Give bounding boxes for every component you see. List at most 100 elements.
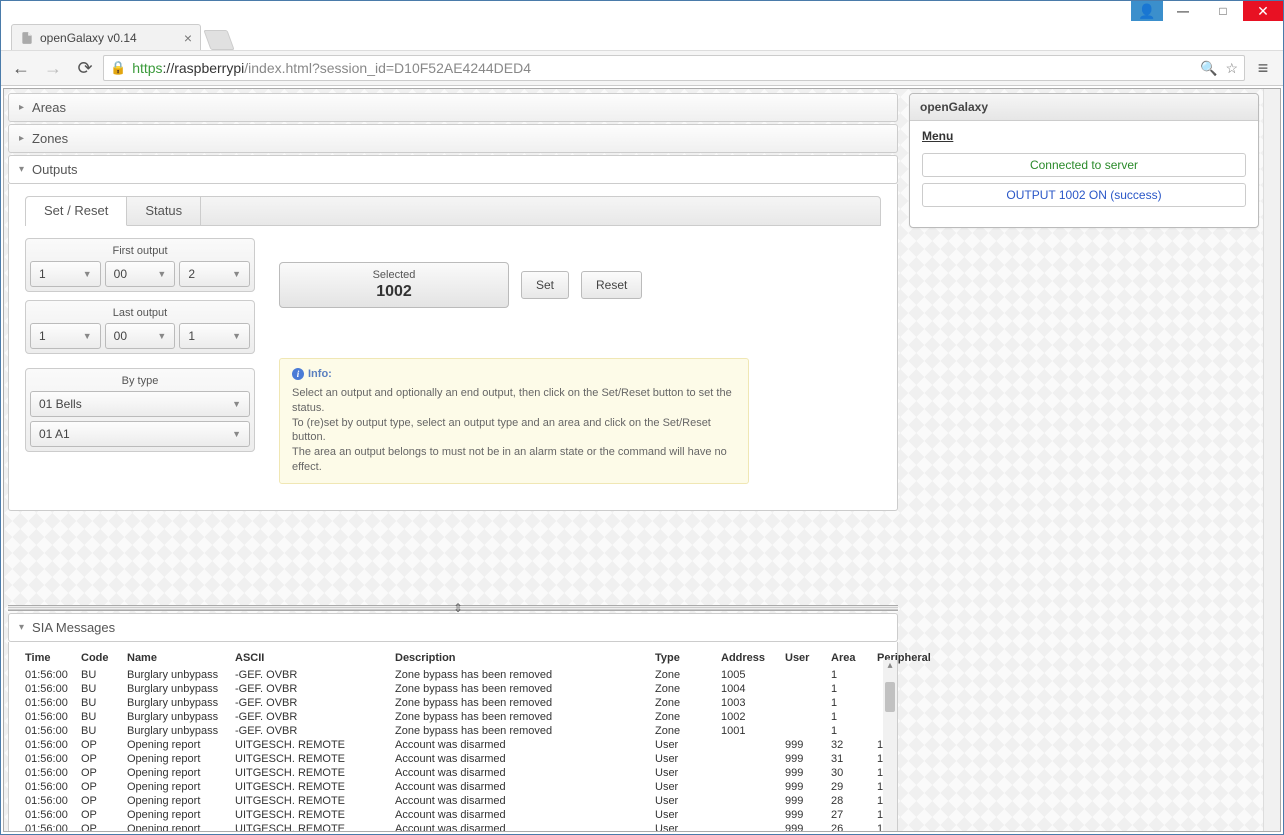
cell-addr: 1004 (715, 682, 779, 696)
first-output-b[interactable]: 00▼ (105, 261, 176, 287)
cell-code: BU (75, 724, 121, 738)
cell-desc: Account was disarmed (389, 766, 649, 780)
sia-scrollbar[interactable]: ▴ ▾ (883, 660, 897, 832)
cell-type: Zone (649, 724, 715, 738)
address-bar[interactable]: 🔒 https://raspberrypi/index.html?session… (103, 55, 1245, 81)
cell-code: OP (75, 822, 121, 832)
cell-area: 26 (825, 822, 871, 832)
cell-code: BU (75, 668, 121, 682)
accordion-label: Areas (32, 100, 66, 115)
cell-addr: 1005 (715, 668, 779, 682)
zoom-icon[interactable]: 🔍 (1200, 60, 1217, 77)
nav-reload-icon[interactable]: ⟳ (71, 54, 99, 82)
cell-ascii: UITGESCH. REMOTE (229, 822, 389, 832)
side-menu-link[interactable]: Menu (922, 129, 1246, 143)
first-output-c[interactable]: 2▼ (179, 261, 250, 287)
table-row[interactable]: 01:56:00OPOpening reportUITGESCH. REMOTE… (19, 766, 961, 780)
cell-user: 999 (779, 780, 825, 794)
cell-code: OP (75, 780, 121, 794)
cell-desc: Zone bypass has been removed (389, 682, 649, 696)
table-row[interactable]: 01:56:00OPOpening reportUITGESCH. REMOTE… (19, 738, 961, 752)
cell-area: 1 (825, 724, 871, 738)
table-row[interactable]: 01:56:00OPOpening reportUITGESCH. REMOTE… (19, 794, 961, 808)
cell-type: User (649, 780, 715, 794)
table-row[interactable]: 01:56:00BUBurglary unbypass-GEF. OVBRZon… (19, 710, 961, 724)
col-addr: Address (715, 648, 779, 668)
nav-back-icon[interactable]: ← (7, 54, 35, 82)
by-area-select[interactable]: 01 A1▼ (30, 421, 250, 447)
selected-label: Selected (280, 269, 508, 281)
cell-user: 999 (779, 752, 825, 766)
cell-addr: 1001 (715, 724, 779, 738)
cell-ascii: -GEF. OVBR (229, 710, 389, 724)
accordion-sia[interactable]: ▾ SIA Messages (8, 613, 898, 642)
accordion-zones[interactable]: ▸ Zones (8, 124, 898, 153)
cell-desc: Account was disarmed (389, 794, 649, 808)
accordion-areas[interactable]: ▸ Areas (8, 93, 898, 122)
by-type-group: By type 01 Bells▼ 01 A1▼ (25, 368, 255, 452)
menu-icon[interactable]: ≡ (1249, 54, 1277, 82)
info-box: iInfo: Select an output and optionally a… (279, 358, 749, 484)
cell-ascii: UITGESCH. REMOTE (229, 794, 389, 808)
cell-type: User (649, 766, 715, 780)
window-close[interactable]: ✕ (1243, 1, 1283, 21)
scroll-up-icon[interactable]: ▴ (883, 660, 897, 674)
cell-ascii: -GEF. OVBR (229, 696, 389, 710)
tab-close-icon[interactable]: × (184, 30, 192, 46)
cell-name: Burglary unbypass (121, 682, 229, 696)
cell-ascii: UITGESCH. REMOTE (229, 766, 389, 780)
url-host: ://raspberrypi (163, 60, 245, 76)
cell-user (779, 710, 825, 724)
user-icon[interactable]: 👤 (1131, 1, 1163, 21)
window-maximize[interactable]: □ (1203, 1, 1243, 21)
cell-code: OP (75, 752, 121, 766)
last-output-a[interactable]: 1▼ (30, 323, 101, 349)
chevron-down-icon: ▼ (157, 331, 166, 341)
new-tab-button[interactable] (203, 30, 234, 50)
table-row[interactable]: 01:56:00OPOpening reportUITGESCH. REMOTE… (19, 808, 961, 822)
browser-tab[interactable]: openGalaxy v0.14 × (11, 24, 201, 50)
first-output-group: First output 1▼ 00▼ 2▼ (25, 238, 255, 292)
cell-desc: Account was disarmed (389, 752, 649, 766)
table-row[interactable]: 01:56:00BUBurglary unbypass-GEF. OVBRZon… (19, 682, 961, 696)
cell-user: 999 (779, 822, 825, 832)
cell-ascii: UITGESCH. REMOTE (229, 808, 389, 822)
cell-desc: Zone bypass has been removed (389, 696, 649, 710)
page-scrollbar[interactable] (1263, 89, 1280, 831)
set-button[interactable]: Set (521, 271, 569, 299)
bookmark-icon[interactable]: ☆ (1225, 60, 1238, 77)
reset-button[interactable]: Reset (581, 271, 642, 299)
cell-name: Opening report (121, 794, 229, 808)
last-output-c[interactable]: 1▼ (179, 323, 250, 349)
by-type-select[interactable]: 01 Bells▼ (30, 391, 250, 417)
cell-type: User (649, 822, 715, 832)
cell-area: 30 (825, 766, 871, 780)
table-row[interactable]: 01:56:00BUBurglary unbypass-GEF. OVBRZon… (19, 724, 961, 738)
cell-addr (715, 794, 779, 808)
cell-time: 01:56:00 (19, 724, 75, 738)
cell-addr (715, 752, 779, 766)
tab-set-reset[interactable]: Set / Reset (26, 197, 127, 226)
table-row[interactable]: 01:56:00BUBurglary unbypass-GEF. OVBRZon… (19, 696, 961, 710)
window-minimize[interactable]: — (1163, 1, 1203, 21)
accordion-outputs[interactable]: ▾ Outputs (8, 155, 898, 184)
chevron-right-icon: ▸ (19, 133, 24, 144)
table-row[interactable]: 01:56:00OPOpening reportUITGESCH. REMOTE… (19, 780, 961, 794)
first-output-a[interactable]: 1▼ (30, 261, 101, 287)
nav-forward-icon[interactable]: → (39, 54, 67, 82)
table-row[interactable]: 01:56:00OPOpening reportUITGESCH. REMOTE… (19, 822, 961, 832)
table-row[interactable]: 01:56:00BUBurglary unbypass-GEF. OVBRZon… (19, 668, 961, 682)
table-row[interactable]: 01:56:00OPOpening reportUITGESCH. REMOTE… (19, 752, 961, 766)
tab-status[interactable]: Status (127, 197, 201, 225)
cell-time: 01:56:00 (19, 696, 75, 710)
chevron-down-icon: ▼ (157, 269, 166, 279)
scroll-thumb[interactable] (885, 682, 895, 712)
page-viewport: openGalaxy Menu Connected to server OUTP… (3, 88, 1281, 832)
last-output-label: Last output (30, 305, 250, 323)
last-output-b[interactable]: 00▼ (105, 323, 176, 349)
col-user: User (779, 648, 825, 668)
col-ascii: ASCII (229, 648, 389, 668)
sia-panel: Time Code Name ASCII Description Type Ad… (8, 642, 898, 832)
cell-desc: Zone bypass has been removed (389, 668, 649, 682)
panel-splitter[interactable] (8, 605, 898, 611)
